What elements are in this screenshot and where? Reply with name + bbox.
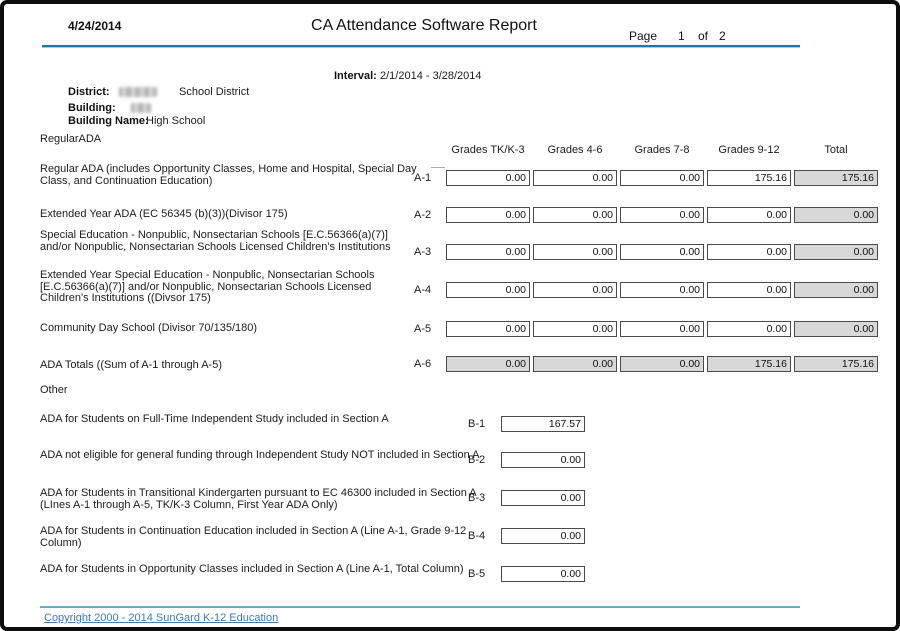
- row-label-a3: Special Education - Nonpublic, Nonsectar…: [40, 230, 422, 253]
- value-cell: 0.00: [533, 282, 617, 298]
- header-rule: [42, 45, 800, 48]
- row-values-b1: 167.57: [501, 416, 585, 432]
- column-header-grades-912: Grades 9-12: [707, 144, 791, 156]
- row-values-a6: 0.00 0.00 0.00 175.16 175.16: [446, 356, 878, 372]
- district-value: School District: [179, 86, 249, 98]
- value-cell: 167.57: [501, 416, 585, 432]
- total-cell: 0.00: [446, 356, 530, 372]
- row-code-a3: A-3: [414, 246, 431, 258]
- row-label-a2: Extended Year ADA (EC 56345 (b)(3))(Divi…: [40, 209, 422, 221]
- row-code-b1: B-1: [468, 418, 485, 430]
- row-code-b2: B-2: [468, 454, 485, 466]
- section-b-title: Other: [40, 384, 68, 396]
- section-a-title: RegularADA: [40, 133, 101, 145]
- building-name-label: Building Name:: [68, 115, 149, 127]
- value-cell: 0.00: [446, 207, 530, 223]
- row-values-a4: 0.00 0.00 0.00 0.00 0.00: [446, 282, 878, 298]
- column-header-grades-tkk3: Grades TK/K-3: [446, 144, 530, 156]
- value-cell: 0.00: [501, 528, 585, 544]
- value-cell: 0.00: [533, 207, 617, 223]
- row-label-b1: ADA for Students on Full-Time Independen…: [40, 414, 494, 426]
- page-number: 1: [678, 29, 685, 43]
- value-cell: 0.00: [620, 244, 704, 260]
- total-cell: 0.00: [620, 356, 704, 372]
- value-cell: 0.00: [446, 244, 530, 260]
- row-values-b4: 0.00: [501, 528, 585, 544]
- row-code-a4: A-4: [414, 284, 431, 296]
- building-code-redacted: [131, 103, 151, 113]
- value-cell: 0.00: [501, 490, 585, 506]
- value-cell: 0.00: [707, 244, 791, 260]
- total-cell: 0.00: [794, 321, 878, 337]
- row-values-a5: 0.00 0.00 0.00 0.00 0.00: [446, 321, 878, 337]
- page-of-label: of: [698, 29, 708, 43]
- report-date: 4/24/2014: [68, 19, 121, 33]
- value-cell: 0.00: [707, 321, 791, 337]
- row-code-a6: A-6: [414, 358, 431, 370]
- value-cell: 0.00: [620, 170, 704, 186]
- row-code-b3: B-3: [468, 492, 485, 504]
- value-cell: 0.00: [533, 170, 617, 186]
- row-code-b5: B-5: [468, 568, 485, 580]
- value-cell: 0.00: [707, 282, 791, 298]
- row-label-b4: ADA for Students in Continuation Educati…: [40, 526, 494, 549]
- page-title: CA Attendance Software Report: [311, 17, 537, 35]
- value-cell: 0.00: [501, 566, 585, 582]
- total-cell: 0.00: [533, 356, 617, 372]
- row-label-a4: Extended Year Special Education - Nonpub…: [40, 270, 422, 305]
- interval-label: Interval:: [334, 70, 377, 82]
- row-values-b2: 0.00: [501, 452, 585, 468]
- column-header-grades-46: Grades 4-6: [533, 144, 617, 156]
- copyright-link[interactable]: Copyright 2000 - 2014 SunGard K-12 Educa…: [44, 612, 278, 624]
- row-values-a2: 0.00 0.00 0.00 0.00 0.00: [446, 207, 878, 223]
- district-label: District:: [68, 86, 110, 98]
- row-label-b5: ADA for Students in Opportunity Classes …: [40, 564, 494, 576]
- building-label: Building:: [68, 102, 116, 114]
- building-name-value: High School: [146, 115, 205, 127]
- row-label-b2: ADA not eligible for general funding thr…: [40, 450, 494, 462]
- interval-value: 2/1/2014 - 3/28/2014: [380, 70, 482, 82]
- row-values-b3: 0.00: [501, 490, 585, 506]
- page-label: Page: [629, 29, 657, 43]
- row-code-b4: B-4: [468, 530, 485, 542]
- total-cell: 0.00: [794, 282, 878, 298]
- total-cell: 0.00: [794, 244, 878, 260]
- tick-mark: [431, 167, 445, 168]
- value-cell: 0.00: [620, 207, 704, 223]
- row-label-a1: Regular ADA (includes Opportunity Classe…: [40, 164, 422, 187]
- total-cell: 175.16: [794, 170, 878, 186]
- value-cell: 0.00: [620, 321, 704, 337]
- value-cell: 0.00: [446, 170, 530, 186]
- row-label-a5: Community Day School (Divisor 70/135/180…: [40, 323, 422, 335]
- row-values-a1: 0.00 0.00 0.00 175.16 175.16: [446, 170, 878, 186]
- row-values-a3: 0.00 0.00 0.00 0.00 0.00: [446, 244, 878, 260]
- total-cell: 175.16: [794, 356, 878, 372]
- footer-rule: [40, 606, 800, 608]
- value-cell: 0.00: [707, 207, 791, 223]
- column-header-grades-78: Grades 7-8: [620, 144, 704, 156]
- row-code-a5: A-5: [414, 323, 431, 335]
- total-cell: 175.16: [707, 356, 791, 372]
- row-label-a6: ADA Totals ((Sum of A-1 through A-5): [40, 360, 422, 372]
- district-code-redacted: [119, 87, 157, 97]
- page-total: 2: [719, 29, 726, 43]
- value-cell: 175.16: [707, 170, 791, 186]
- value-cell: 0.00: [501, 452, 585, 468]
- report-page: 4/24/2014 CA Attendance Software Report …: [0, 0, 900, 631]
- total-cell: 0.00: [794, 207, 878, 223]
- row-label-b3: ADA for Students in Transitional Kinderg…: [40, 488, 494, 511]
- row-code-a1: A-1: [414, 172, 431, 184]
- row-code-a2: A-2: [414, 209, 431, 221]
- value-cell: 0.00: [533, 321, 617, 337]
- row-values-b5: 0.00: [501, 566, 585, 582]
- value-cell: 0.00: [446, 282, 530, 298]
- value-cell: 0.00: [620, 282, 704, 298]
- column-header-total: Total: [794, 144, 878, 156]
- value-cell: 0.00: [533, 244, 617, 260]
- value-cell: 0.00: [446, 321, 530, 337]
